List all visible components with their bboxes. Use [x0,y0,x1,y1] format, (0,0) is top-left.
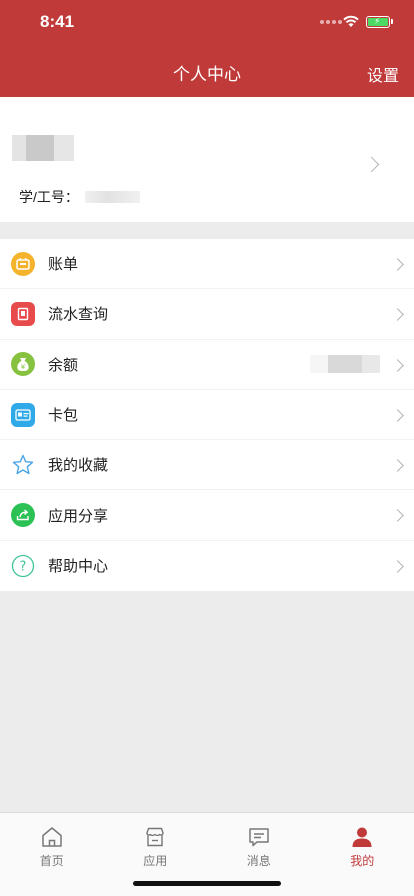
transaction-icon [11,301,35,326]
tab-mine[interactable]: 我的 [311,825,414,869]
chevron-right-icon [391,459,404,473]
menu-item-favorites[interactable]: 我的收藏 [0,440,414,491]
chevron-right-icon [391,358,404,372]
id-value-redacted [84,191,140,203]
menu-item-share-app[interactable]: 应用分享 [0,490,414,541]
tab-label: 应用 [143,854,168,868]
money-bag-icon: ¥ [11,352,35,377]
settings-button[interactable]: 设置 [367,62,399,86]
person-icon [352,827,372,847]
menu-item-label: 应用分享 [48,507,109,525]
chevron-right-icon [391,509,404,523]
chevron-right-icon [363,156,380,173]
card-icon [11,402,35,427]
battery-icon: ⚡ [366,16,393,28]
help-icon: ? [11,554,35,578]
menu-list: 账单 流水查询 ¥ 余额 卡包 我的收藏 应用分享 ? 帮助中心 [0,239,414,592]
menu-item-balance[interactable]: ¥ 余额 [0,340,414,390]
menu-item-label: 账单 [48,256,79,274]
cellular-signal-icon [320,20,342,24]
menu-item-help-center[interactable]: ? 帮助中心 [0,541,414,591]
top-bar: 8:41 ⚡ 个人中心 设置 [0,0,414,97]
user-name-redacted [12,135,74,161]
tab-home[interactable]: 首页 [0,825,104,869]
menu-item-label: 余额 [48,356,79,374]
menu-item-label: 流水查询 [48,306,109,324]
menu-item-label: 我的收藏 [48,457,109,475]
chevron-right-icon [391,559,404,573]
tab-messages[interactable]: 消息 [207,825,311,869]
apps-icon [146,827,164,847]
menu-item-transactions[interactable]: 流水查询 [0,289,414,340]
menu-item-card-wallet[interactable]: 卡包 [0,390,414,441]
menu-item-label: 卡包 [48,407,79,425]
id-label: 学/工号： [19,189,79,205]
chevron-right-icon [391,258,404,271]
tab-label: 消息 [246,854,271,868]
tab-label: 我的 [350,854,375,868]
balance-value-redacted [310,355,380,374]
home-icon [42,827,62,847]
status-time: 8:41 [40,12,75,31]
svg-text:?: ? [20,559,27,574]
status-bar: 8:41 ⚡ [0,0,414,44]
star-icon [11,453,35,477]
svg-text:¥: ¥ [21,363,26,371]
message-icon [249,828,269,847]
tab-apps[interactable]: 应用 [104,825,208,869]
menu-item-label: 帮助中心 [48,558,109,576]
page-title: 个人中心 [173,65,241,84]
home-indicator [133,881,281,886]
chevron-right-icon [391,409,404,422]
share-icon [11,503,35,528]
menu-item-bill[interactable]: 账单 [0,239,414,290]
id-row: 学/工号： [19,187,140,207]
wifi-icon [343,15,359,27]
chevron-right-icon [391,308,404,322]
tab-label: 首页 [39,854,64,868]
bill-icon [11,251,35,276]
profile-card[interactable]: 学/工号： [0,97,414,222]
